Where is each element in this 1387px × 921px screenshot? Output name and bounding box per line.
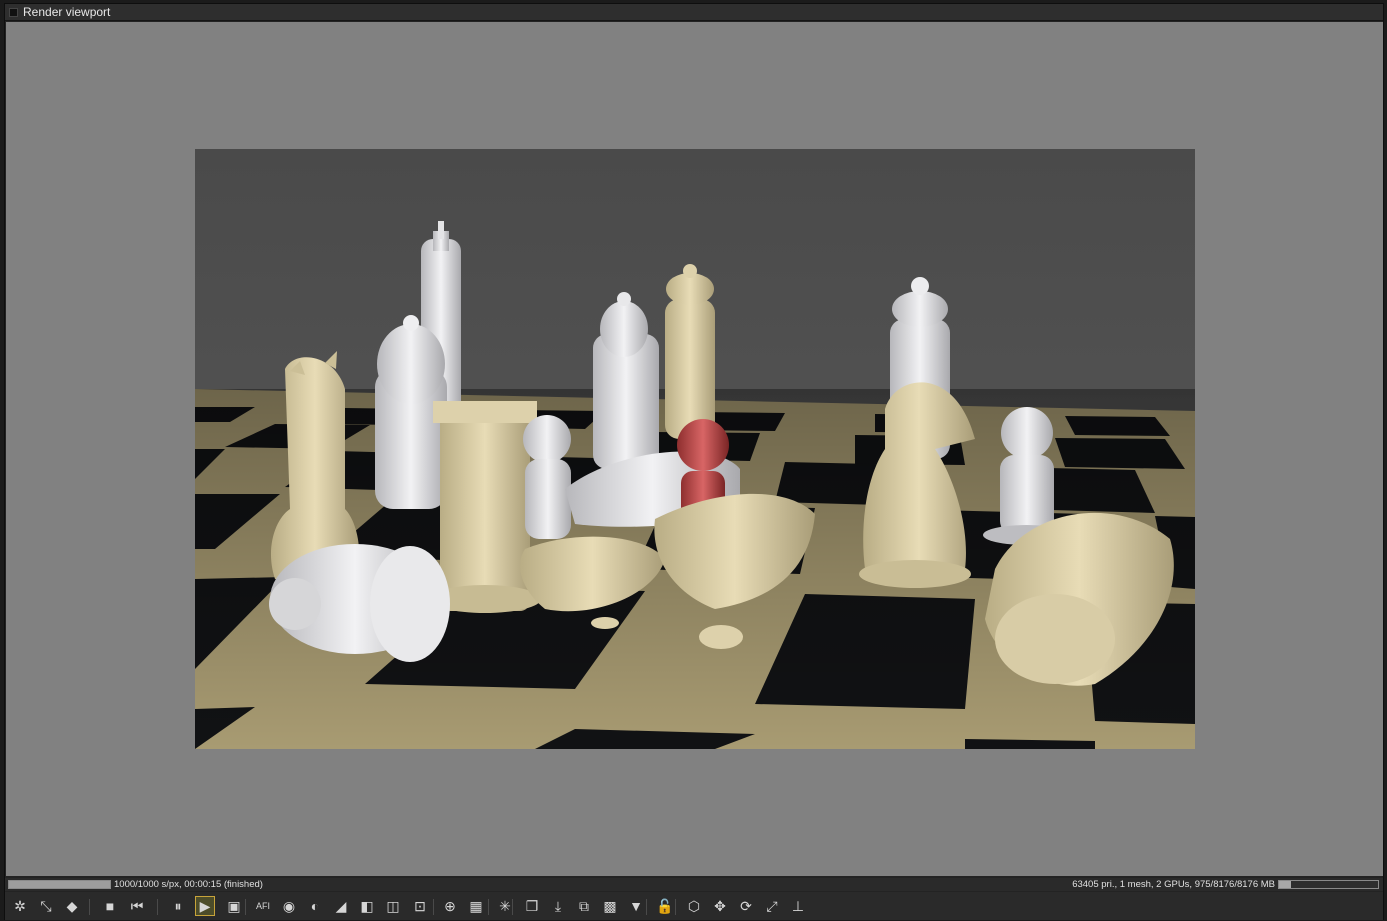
focus-picker-icon[interactable]: ◐ [305, 896, 325, 916]
axis-icon[interactable]: ⊥ [788, 896, 808, 916]
memory-usage-fill [1279, 881, 1291, 888]
color-picker-icon[interactable]: ◉ [279, 896, 299, 916]
checker-icon[interactable]: ▩ [600, 896, 620, 916]
toolbar-separator [488, 899, 489, 915]
white-balance-icon[interactable]: ◢ [331, 896, 351, 916]
restart-render-icon[interactable]: ⏮ [127, 896, 147, 916]
viewport-toolbar: ✲ ⤡ ◆ ■ ⏮ ⏸ ▶ ▣ AFI ◉ ◐ ◢ ◧ ◫ ⊡ ⊕ ▦ ✳ ❐ ⤓ ⧉ ▩ ▼ 🔓 ⬡ ✥ ⟳ ⤢ ⊥ [5, 892, 1383, 920]
toolbar-separator [157, 899, 158, 915]
save-icon[interactable]: ⤓ [548, 896, 568, 916]
toolbar-separator [433, 899, 434, 915]
render-status-text: 1000/1000 s/px, 00:00:15 (finished) [114, 879, 263, 890]
rendered-image[interactable] [195, 149, 1195, 749]
window-title: Render viewport [23, 5, 111, 19]
toolbar-separator [89, 899, 90, 915]
camera-target-icon[interactable]: ⊡ [410, 896, 430, 916]
copy-icon[interactable]: ❐ [522, 896, 542, 916]
scene-stats-text: 63405 pri., 1 mesh, 2 GPUs, 975/8176/817… [1072, 879, 1275, 890]
gradient-icon[interactable]: ▼ [626, 896, 646, 916]
resolution-icon[interactable]: ▦ [466, 896, 486, 916]
title-bar[interactable]: Render viewport [5, 4, 1383, 21]
status-bar: 1000/1000 s/px, 00:00:15 (finished) 6340… [5, 878, 1383, 891]
orbit-icon[interactable]: ⟳ [736, 896, 756, 916]
start-render-icon[interactable]: ▶ [195, 896, 215, 916]
move-icon[interactable]: ✥ [710, 896, 730, 916]
sub-sampling-icon[interactable]: ⤡ [36, 896, 56, 916]
lock-icon[interactable]: 🔓 [655, 896, 675, 916]
fit-view-icon[interactable]: ⤢ [762, 896, 782, 916]
clay-mode-icon[interactable]: ✲ [10, 896, 30, 916]
toolbar-separator [245, 899, 246, 915]
material-picker-icon[interactable]: ◧ [357, 896, 377, 916]
render-progress-fill [9, 881, 110, 888]
memory-usage-bar [1278, 880, 1379, 889]
render-viewport-window: Render viewport 1000/1000 s/px, 00:00:15… [4, 3, 1384, 920]
render-viewport[interactable] [6, 22, 1383, 876]
cube-view-icon[interactable]: ⬡ [684, 896, 704, 916]
layers-icon[interactable]: ⧉ [574, 896, 594, 916]
stop-render-icon[interactable]: ■ [100, 896, 120, 916]
render-region-icon[interactable]: ▣ [224, 896, 244, 916]
color-cube-icon[interactable]: ◆ [62, 896, 82, 916]
window-menu-icon[interactable] [9, 8, 18, 17]
zoom-icon[interactable]: ⊕ [440, 896, 460, 916]
pause-render-icon[interactable]: ⏸ [168, 896, 188, 916]
toolbar-separator [512, 899, 513, 915]
chess-render-image [195, 149, 1195, 749]
toolbar-separator [646, 899, 647, 915]
toolbar-separator [675, 899, 676, 915]
render-progress-bar [8, 880, 111, 889]
afi-icon[interactable]: AFI [253, 896, 273, 916]
object-picker-icon[interactable]: ◫ [383, 896, 403, 916]
